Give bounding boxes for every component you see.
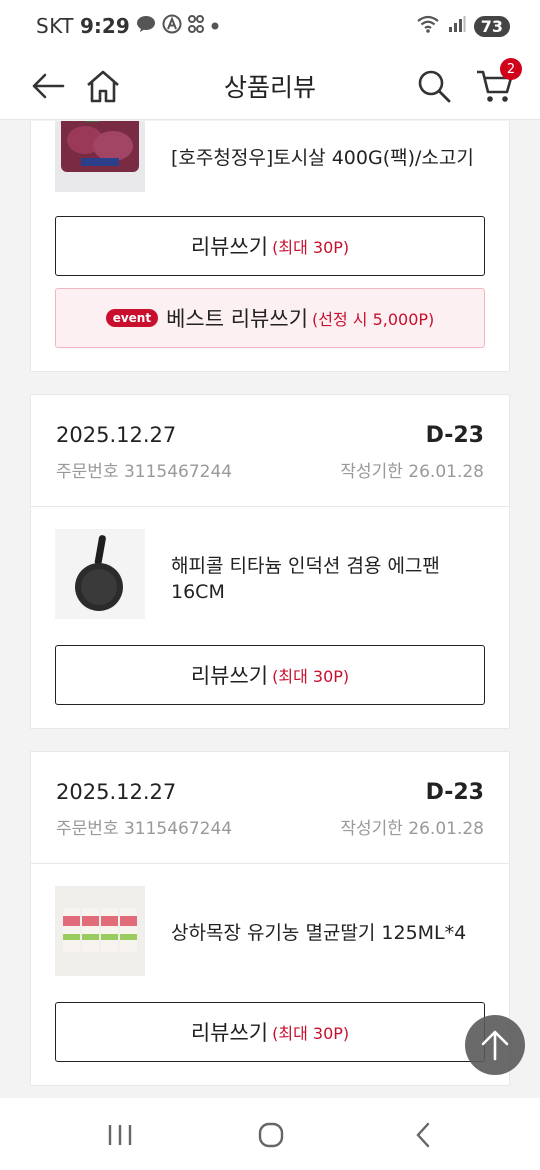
status-bar: SKT 9:29 73 xyxy=(0,0,540,54)
review-card: 2025.12.27 D-23 주문번호 3115467244 작성기한 26.… xyxy=(30,394,510,729)
search-icon xyxy=(418,70,451,103)
best-review-button[interactable]: event 베스트 리뷰쓰기 (선정 시 5,000P) xyxy=(55,288,485,348)
product-thumbnail[interactable] xyxy=(55,121,145,192)
home-nav-button[interactable] xyxy=(251,1118,291,1152)
review-list[interactable]: [호주청정우]토시살 400G(팩)/소고기 리뷰쓰기 (최대 30P) eve… xyxy=(0,121,540,1098)
write-review-button[interactable]: 리뷰쓰기 (최대 30P) xyxy=(55,1002,485,1062)
write-review-button[interactable]: 리뷰쓰기 (최대 30P) xyxy=(55,216,485,276)
cart-count-badge: 2 xyxy=(500,58,522,80)
product-row: [호주청정우]토시살 400G(팩)/소고기 xyxy=(31,121,509,222)
arrow-up-icon xyxy=(481,1030,509,1061)
write-review-button[interactable]: 리뷰쓰기 (최대 30P) xyxy=(55,645,485,705)
recent-apps-icon xyxy=(108,1125,132,1145)
carrier-label: SKT xyxy=(36,14,74,38)
write-review-points: (최대 30P) xyxy=(272,667,350,686)
app-header: 상품리뷰 2 xyxy=(0,54,540,120)
product-row: 상하목장 유기농 멸균딸기 125ML*4 xyxy=(31,864,509,1002)
review-deadline: 작성기한 26.01.28 xyxy=(340,462,484,482)
back-nav-button[interactable] xyxy=(403,1118,443,1152)
order-date: 2025.12.27 xyxy=(56,780,177,804)
product-row: 해피콜 티타늄 인덕션 겸용 에그팬 16CM xyxy=(31,507,509,645)
order-header: 2025.12.27 D-23 주문번호 3115467244 작성기한 26.… xyxy=(31,752,509,864)
review-card: 2025.12.27 D-23 주문번호 3115467244 작성기한 26.… xyxy=(30,751,510,1086)
a-icon xyxy=(162,14,182,38)
recent-apps-button[interactable] xyxy=(100,1118,140,1152)
product-thumbnail[interactable] xyxy=(55,529,145,619)
order-header: 2025.12.27 D-23 주문번호 3115467244 작성기한 26.… xyxy=(31,395,509,507)
back-chevron-icon xyxy=(416,1122,430,1148)
wifi-icon xyxy=(416,14,440,38)
order-number: 주문번호 3115467244 xyxy=(56,462,233,482)
scroll-top-button[interactable] xyxy=(465,1015,525,1075)
product-name: 상하목장 유기농 멸균딸기 125ML*4 xyxy=(171,922,467,944)
page-title: 상품리뷰 xyxy=(223,73,316,102)
battery-indicator: 73 xyxy=(473,15,510,37)
write-review-label: 리뷰쓰기 xyxy=(190,1021,269,1045)
write-review-points: (최대 30P) xyxy=(272,238,350,257)
write-review-points: (최대 30P) xyxy=(272,1024,350,1043)
home-circle-icon xyxy=(258,1122,284,1148)
review-dday: D-23 xyxy=(425,780,484,805)
best-review-label: 베스트 리뷰쓰기 xyxy=(166,307,309,331)
signal-icon xyxy=(448,15,466,37)
review-deadline: 작성기한 26.01.28 xyxy=(340,819,484,839)
dot-icon xyxy=(210,17,220,35)
product-name: 해피콜 티타늄 인덕션 겸용 에그팬 16CM xyxy=(171,555,440,603)
best-review-points: (선정 시 5,000P) xyxy=(312,310,435,329)
product-thumbnail[interactable] xyxy=(55,886,145,976)
order-date: 2025.12.27 xyxy=(56,423,177,447)
search-button[interactable] xyxy=(410,62,458,110)
system-nav-bar xyxy=(0,1098,540,1170)
order-number: 주문번호 3115467244 xyxy=(56,819,233,839)
clock: 9:29 xyxy=(79,14,130,38)
write-review-label: 리뷰쓰기 xyxy=(190,664,269,688)
cart-button[interactable]: 2 xyxy=(470,58,522,110)
write-review-label: 리뷰쓰기 xyxy=(190,235,269,259)
product-name: [호주청정우]토시살 400G(팩)/소고기 xyxy=(171,147,474,169)
review-dday: D-23 xyxy=(425,423,484,448)
event-badge: event xyxy=(105,309,159,327)
cut-icon xyxy=(187,14,204,38)
review-card: [호주청정우]토시살 400G(팩)/소고기 리뷰쓰기 (최대 30P) eve… xyxy=(30,121,510,372)
talk-icon xyxy=(136,15,156,37)
